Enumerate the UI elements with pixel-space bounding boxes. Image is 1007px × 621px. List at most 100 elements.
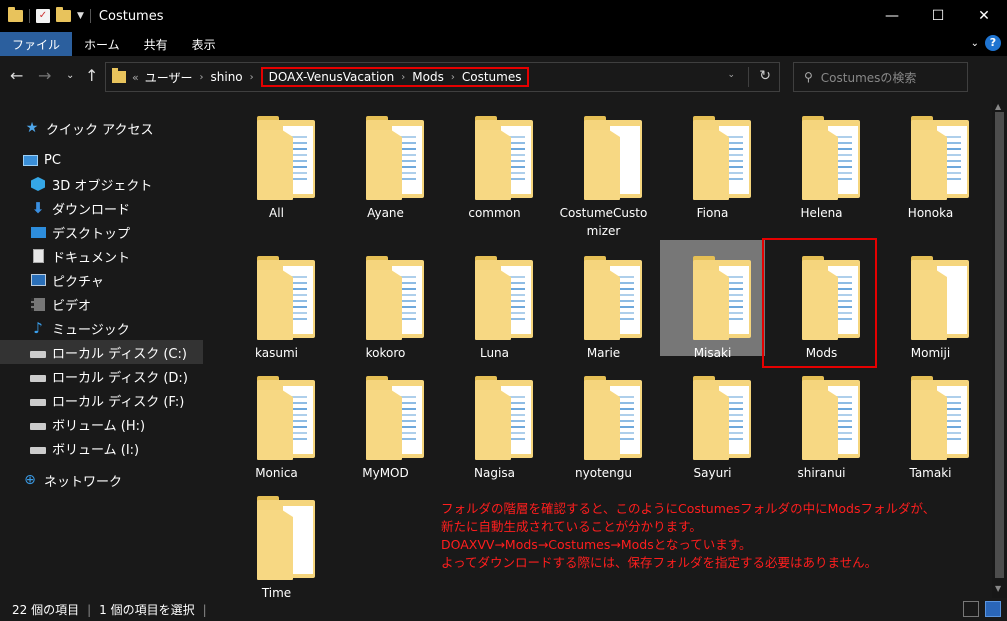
folder-icon	[475, 376, 535, 460]
help-icon[interactable]: ?	[985, 35, 1001, 51]
sidebar-item-label: ローカル ディスク (F:)	[52, 394, 185, 410]
vertical-scrollbar[interactable]: ▲ ▼	[992, 100, 1007, 598]
folder-item[interactable]: kokoro	[333, 240, 438, 360]
expand-ribbon-icon[interactable]: ⌄	[971, 38, 979, 49]
folder-item[interactable]: Sayuri	[660, 360, 765, 480]
folder-item[interactable]: Luna	[442, 240, 547, 360]
forward-arrow-icon[interactable]: →	[38, 66, 51, 85]
title-bar: ✓ ▼ Costumes — ☐ ✕	[0, 0, 1007, 32]
folder-item[interactable]: Momiji	[878, 240, 983, 360]
folder-item[interactable]: Helena	[769, 100, 874, 220]
new-folder-icon[interactable]	[56, 7, 71, 22]
scroll-up-icon[interactable]: ▲	[995, 102, 1001, 111]
folder-label: shiranui	[797, 466, 846, 480]
breadcrumb-overflow[interactable]: «	[132, 71, 139, 84]
sidebar-item-volume-h[interactable]: ボリューム (H:)	[30, 412, 233, 436]
search-input[interactable]: ⚲ Costumesの検索	[793, 62, 968, 92]
annotation-text: フォルダの階層を確認すると、このようにCostumesフォルダの中にModsフォ…	[441, 500, 981, 572]
scroll-down-icon[interactable]: ▼	[995, 584, 1001, 593]
maximize-button[interactable]: ☐	[915, 0, 961, 32]
sidebar-item-videos[interactable]: ビデオ	[30, 292, 233, 316]
folder-icon	[366, 376, 426, 460]
sidebar-item-desktop[interactable]: デスクトップ	[30, 220, 233, 244]
breadcrumb-highlight: DOAX-VenusVacation › Mods › Costumes	[260, 67, 530, 87]
sidebar-item-quick-access[interactable]: ★ クイック アクセス	[24, 116, 227, 140]
sidebar-item-drive-c[interactable]: ローカル ディスク (C:)	[0, 340, 203, 364]
folder-item[interactable]: Ayane	[333, 100, 438, 220]
large-icons-view-icon[interactable]	[985, 601, 1001, 617]
chevron-right-icon[interactable]: ›	[250, 72, 254, 83]
download-icon: ⬇	[31, 199, 45, 217]
search-placeholder: Costumesの検索	[820, 70, 917, 85]
search-icon: ⚲	[804, 70, 813, 84]
folder-item[interactable]: common	[442, 100, 547, 220]
folder-item[interactable]: kasumi	[224, 240, 329, 360]
folder-item[interactable]: Misaki	[660, 240, 765, 360]
folder-item[interactable]: Time	[224, 480, 329, 600]
folder-icon	[584, 256, 644, 340]
breadcrumb-item[interactable]: ユーザー	[145, 69, 193, 86]
sidebar-item-music[interactable]: ♪ ミュージック	[30, 316, 233, 340]
document-folder-icon	[257, 496, 317, 580]
folder-icon	[112, 68, 126, 83]
sidebar-item-downloads[interactable]: ⬇ ダウンロード	[30, 196, 233, 220]
folder-item[interactable]: MyMOD	[333, 360, 438, 480]
sidebar-item-documents[interactable]: ドキュメント	[30, 244, 233, 268]
address-bar[interactable]: « ユーザー › shino › DOAX-VenusVacation › Mo…	[105, 62, 780, 92]
up-arrow-icon[interactable]: ↑	[85, 66, 98, 85]
annotation-line: 新たに自動生成されていることが分かります。	[441, 519, 702, 534]
folder-item[interactable]: Fiona	[660, 100, 765, 220]
sidebar-item-network[interactable]: ⊕ ネットワーク	[22, 468, 225, 492]
folder-icon	[475, 256, 535, 340]
chevron-right-icon[interactable]: ›	[451, 72, 455, 83]
sidebar-item-3d-objects[interactable]: 3D オブジェクト	[30, 172, 233, 196]
folder-item[interactable]: CostumeCusto mizer	[551, 100, 656, 238]
sidebar-item-drive-f[interactable]: ローカル ディスク (F:)	[30, 388, 233, 412]
customize-dropdown-icon[interactable]: ▼	[77, 11, 84, 21]
folder-item[interactable]: shiranui	[769, 360, 874, 480]
folder-label: Ayane	[367, 206, 404, 220]
folder-label: Helena	[800, 206, 843, 220]
chevron-right-icon[interactable]: ›	[200, 72, 204, 83]
breadcrumb-item[interactable]: shino	[211, 70, 243, 84]
sidebar-item-pc[interactable]: PC	[22, 148, 225, 172]
breadcrumb-item[interactable]: Costumes	[462, 70, 522, 84]
sidebar-item-volume-i[interactable]: ボリューム (I:)	[30, 436, 233, 460]
folder-label: Honoka	[907, 206, 954, 220]
folder-item[interactable]: All	[224, 100, 329, 220]
sidebar-item-pictures[interactable]: ピクチャ	[30, 268, 233, 292]
tab-home[interactable]: ホーム	[72, 32, 132, 56]
refresh-icon[interactable]: ↻	[759, 68, 771, 84]
folder-item[interactable]: Honoka	[878, 100, 983, 220]
quick-access-toolbar: ✓ ▼	[0, 7, 91, 23]
address-dropdown-icon[interactable]: ⌄	[727, 70, 735, 80]
music-icon: ♪	[33, 319, 43, 337]
recent-locations-icon[interactable]: ⌄	[66, 70, 74, 81]
folder-item[interactable]: nyotengu	[551, 360, 656, 480]
tab-file[interactable]: ファイル	[0, 32, 73, 56]
folder-item[interactable]: Nagisa	[442, 360, 547, 480]
properties-icon[interactable]: ✓	[36, 9, 50, 23]
breadcrumb-item[interactable]: Mods	[412, 70, 444, 84]
folder-icon	[475, 116, 535, 200]
minimize-button[interactable]: —	[869, 0, 915, 32]
sidebar-item-drive-d[interactable]: ローカル ディスク (D:)	[30, 364, 233, 388]
annotation-line: DOAXVV→Mods→Costumes→Modsとなっています。	[441, 537, 752, 552]
folder-item[interactable]: Tamaki	[878, 360, 983, 480]
folder-label: MyMOD	[362, 466, 409, 480]
details-view-icon[interactable]	[963, 601, 979, 617]
tab-view[interactable]: 表示	[180, 32, 228, 56]
chevron-right-icon[interactable]: ›	[401, 72, 405, 83]
folder-item[interactable]: Monica	[224, 360, 329, 480]
window-title: Costumes	[98, 8, 164, 24]
folder-item[interactable]: Marie	[551, 240, 656, 360]
back-arrow-icon[interactable]: ←	[10, 66, 23, 85]
tab-share[interactable]: 共有	[132, 32, 180, 56]
scrollbar-thumb[interactable]	[995, 112, 1004, 578]
close-button[interactable]: ✕	[961, 0, 1007, 32]
folder-label: All	[269, 206, 284, 220]
drive-icon	[30, 351, 46, 358]
item-count: 22 個の項目	[12, 603, 80, 617]
breadcrumb-item[interactable]: DOAX-VenusVacation	[269, 70, 395, 84]
sidebar-item-label: ミュージック	[52, 322, 130, 338]
